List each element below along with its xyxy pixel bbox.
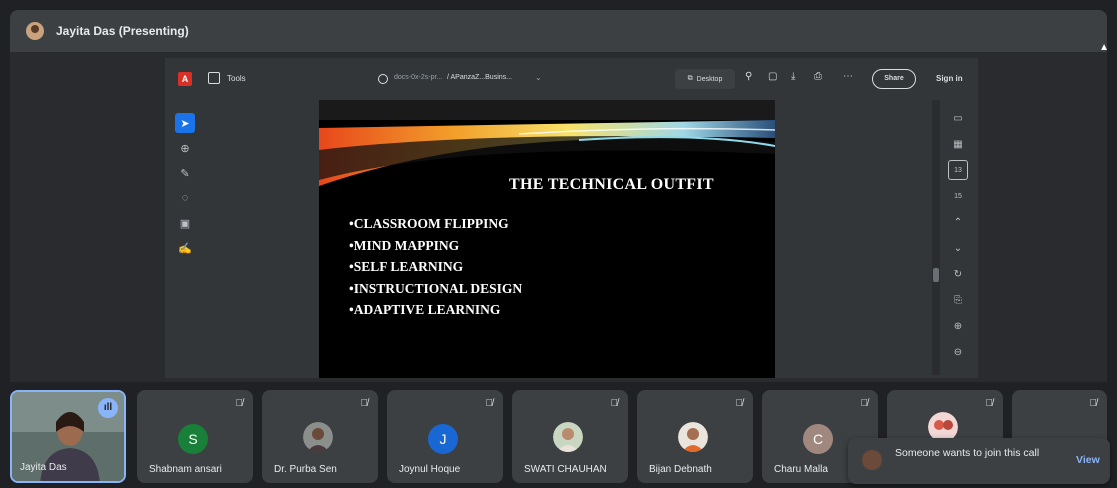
slide-title: THE TECHNICAL OUTFIT <box>509 176 714 193</box>
desktop-icon: ⧉ <box>687 75 693 82</box>
text-box-icon[interactable]: ▣ <box>175 213 195 233</box>
participant-name: SWATI CHAUHAN <box>524 464 607 475</box>
chevron-up-icon[interactable]: ⌃ <box>948 212 968 232</box>
participant-tile-self[interactable]: ıll Jayita Das <box>10 390 126 483</box>
meet-window: Jayita Das (Presenting) ▲ A Tools docs-0… <box>0 0 1117 488</box>
viewer-toolbar: A Tools docs-0x-2s-pr... / APanzaZ...Bus… <box>165 58 978 98</box>
mic-off-icon: 🎙̸ <box>610 398 619 409</box>
participant-tile[interactable]: 🎙̸ SWATI CHAUHAN <box>512 390 628 483</box>
slide-bullet: •ADAPTIVE LEARNING <box>349 302 501 317</box>
participant-name: Shabnam ansari <box>149 464 222 475</box>
view-join-request-button[interactable]: View <box>1076 454 1100 466</box>
avatar <box>303 422 333 452</box>
print-icon[interactable]: ⎙ <box>814 71 822 82</box>
mic-off-icon: 🎙̸ <box>360 398 369 409</box>
presenter-avatar <box>26 22 44 40</box>
search-icon[interactable]: ⚲ <box>745 71 752 82</box>
annotation-tool-rail: ➤ ⊕ ✎ ◌ ▣ ✍ <box>175 113 197 263</box>
comments-panel-icon[interactable]: ▭ <box>948 108 968 128</box>
page-fit-icon[interactable]: ⎘ <box>948 290 968 310</box>
more-options-icon[interactable]: ⋯ <box>843 71 853 82</box>
desktop-label: Desktop <box>696 75 723 83</box>
document-filename[interactable]: / APanzaZ...Busins... <box>447 74 512 81</box>
participant-name: Jayita Das <box>20 462 67 473</box>
participant-name: Bijan Debnath <box>649 464 712 475</box>
slide-bullet: •MIND MAPPING <box>349 237 460 253</box>
next-page-number: 15 <box>954 192 962 200</box>
requester-avatar <box>862 450 882 470</box>
slide-bullet: •SELF LEARNING <box>349 259 464 274</box>
avatar <box>553 422 583 452</box>
participant-name: Joynul Hoque <box>399 464 461 475</box>
slide-page: THE TECHNICAL OUTFIT •CLASSROOM FLIPPING… <box>319 100 775 378</box>
slide-bullet: •CLASSROOM FLIPPING <box>349 216 509 231</box>
participant-tile[interactable]: 🎙̸ J Joynul Hoque <box>387 390 503 483</box>
current-page-badge[interactable]: 13 <box>948 160 968 180</box>
join-request-toast: Someone wants to join this call View <box>848 438 1110 484</box>
shared-pdf-viewer: A Tools docs-0x-2s-pr... / APanzaZ...Bus… <box>165 58 978 378</box>
signature-icon[interactable]: ✍ <box>175 238 195 258</box>
participant-tile[interactable]: 🎙̸ S Shabnam ansari <box>137 390 253 483</box>
page-view-icon[interactable]: ▢ <box>768 71 777 82</box>
participant-name: Dr. Purba Sen <box>274 464 337 475</box>
globe-icon <box>378 74 388 84</box>
presenter-name: Jayita Das (Presenting) <box>56 24 189 38</box>
mic-off-icon: 🎙̸ <box>985 398 994 409</box>
chevron-down-icon[interactable]: ⌄ <box>948 238 968 258</box>
comment-icon[interactable]: ⊕ <box>175 138 195 158</box>
tools-icon[interactable] <box>208 72 220 84</box>
zoom-out-icon[interactable]: ⊖ <box>948 342 968 362</box>
acrobat-logo-icon: A <box>178 72 192 86</box>
slide-bullet: •INSTRUCTIONAL DESIGN <box>349 280 523 296</box>
speaking-indicator-icon: ıll <box>98 398 118 418</box>
participant-name: Charu Malla <box>774 464 828 475</box>
thumbnails-icon[interactable]: ▦ <box>948 134 968 154</box>
tools-label[interactable]: Tools <box>227 74 246 83</box>
desktop-button[interactable]: ⧉ Desktop <box>675 69 735 89</box>
sign-in-link[interactable]: Sign in <box>936 74 963 83</box>
participant-tile[interactable]: 🎙̸ Bijan Debnath <box>637 390 753 483</box>
refresh-icon[interactable]: ↻ <box>948 264 968 284</box>
mic-off-icon: 🎙̸ <box>1089 398 1098 409</box>
mic-off-icon: 🎙̸ <box>735 398 744 409</box>
avatar: J <box>428 424 458 454</box>
avatar: S <box>178 424 208 454</box>
avatar <box>678 422 708 452</box>
lasso-icon[interactable]: ◌ <box>175 188 195 208</box>
participant-tile[interactable]: 🎙̸ Dr. Purba Sen <box>262 390 378 483</box>
pen-icon[interactable]: ✎ <box>175 163 195 183</box>
viewer-scrollbar[interactable] <box>932 100 940 375</box>
avatar: C <box>803 424 833 454</box>
share-button[interactable]: Share <box>872 69 916 89</box>
mic-off-icon: 🎙̸ <box>485 398 494 409</box>
viewer-right-rail: ▭ ▦ 13 15 ⌃ ⌄ ↻ ⎘ ⊕ ⊖ <box>944 108 972 368</box>
mic-off-icon: 🎙̸ <box>860 398 869 409</box>
slide-bullet-list: •CLASSROOM FLIPPING •MIND MAPPING •SELF … <box>349 213 522 321</box>
zoom-in-icon[interactable]: ⊕ <box>948 316 968 336</box>
page-gap <box>319 100 775 120</box>
document-url: docs-0x-2s-pr... <box>394 74 443 81</box>
scroll-thumb[interactable] <box>933 268 939 282</box>
chevron-down-icon[interactable]: ⌄ <box>535 73 542 82</box>
download-icon[interactable]: ⤓ <box>791 71 795 82</box>
mic-off-icon: 🎙̸ <box>235 398 244 409</box>
presenter-bar: Jayita Das (Presenting) <box>10 10 1107 52</box>
select-cursor-icon[interactable]: ➤ <box>175 113 195 133</box>
join-request-message: Someone wants to join this call <box>895 447 1040 459</box>
